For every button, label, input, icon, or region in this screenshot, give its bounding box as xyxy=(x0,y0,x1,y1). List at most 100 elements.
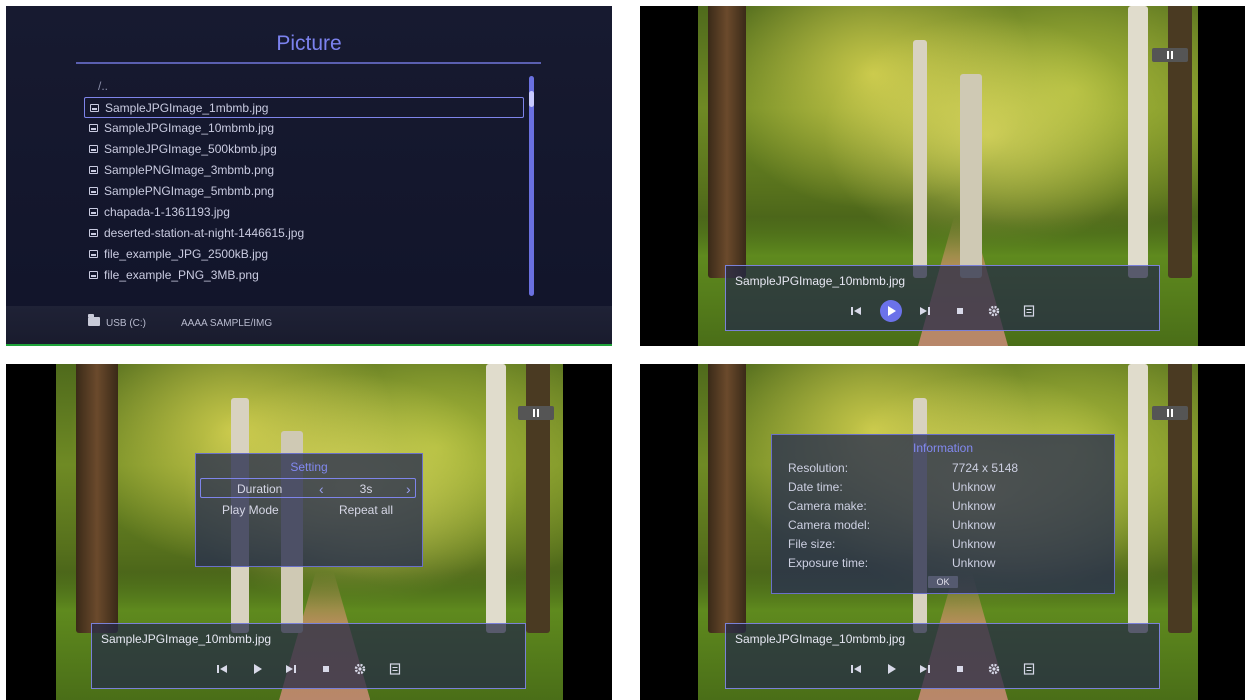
device-label: USB (C:) xyxy=(106,318,146,329)
dialog-title: Setting xyxy=(290,460,328,474)
info-value: Unknow xyxy=(952,480,996,494)
gear-icon[interactable] xyxy=(983,658,1005,680)
slideshow-info-screen: Information Resolution: 7724 x 5148 Date … xyxy=(640,364,1245,700)
image-file-icon xyxy=(90,104,99,112)
tree-trunk xyxy=(1168,6,1192,278)
tree-trunk xyxy=(486,364,506,633)
info-label: Resolution: xyxy=(788,461,849,475)
tree-trunk xyxy=(960,74,982,278)
info-row: File size: Unknow xyxy=(788,535,1108,554)
ok-button[interactable]: OK xyxy=(928,576,958,588)
file-name: file_example_PNG_3MB.png xyxy=(104,268,259,282)
pause-icon xyxy=(518,406,554,420)
parent-directory-item[interactable]: /.. xyxy=(84,76,524,97)
duration-value: 3s xyxy=(359,482,373,496)
page-title: Picture xyxy=(276,32,342,55)
next-track-icon[interactable] xyxy=(280,658,302,680)
file-name: file_example_JPG_2500kB.jpg xyxy=(104,247,269,261)
tree-trunk xyxy=(1168,364,1192,633)
file-item[interactable]: SampleJPGImage_500kbmb.jpg xyxy=(84,139,524,160)
play-icon[interactable] xyxy=(879,300,902,322)
file-name: SampleJPGImage_10mbmb.jpg xyxy=(104,121,275,135)
chevron-right-icon[interactable]: › xyxy=(406,479,411,499)
list-icon[interactable] xyxy=(384,658,406,680)
gear-icon[interactable] xyxy=(983,300,1005,322)
file-item[interactable]: deserted-station-at-night-1446615.jpg xyxy=(84,223,524,244)
info-label: Exposure time: xyxy=(788,556,869,570)
gear-icon[interactable] xyxy=(349,658,371,680)
duration-row[interactable]: Duration ‹ 3s › xyxy=(200,478,416,498)
information-dialog: Information Resolution: 7724 x 5148 Date … xyxy=(771,434,1115,594)
prev-track-icon[interactable] xyxy=(845,300,867,322)
image-file-icon xyxy=(89,208,98,216)
play-mode-row[interactable]: Play Mode Repeat all xyxy=(200,500,416,520)
next-track-icon[interactable] xyxy=(914,300,936,322)
folder-icon xyxy=(88,314,100,326)
image-file-icon xyxy=(89,166,98,174)
file-name: SamplePNGImage_5mbmb.png xyxy=(104,184,275,198)
file-item[interactable]: chapada-1-1361193.jpg xyxy=(84,202,524,223)
info-value: Unknow xyxy=(952,518,996,532)
next-track-icon[interactable] xyxy=(914,658,936,680)
dialog-title: Information xyxy=(912,441,974,455)
list-icon[interactable] xyxy=(1018,658,1040,680)
file-item[interactable]: file_example_PNG_3MB.png xyxy=(84,265,524,286)
pause-icon xyxy=(1152,406,1188,420)
prev-track-icon[interactable] xyxy=(845,658,867,680)
play-mode-value: Repeat all xyxy=(338,503,394,517)
file-list: /.. SampleJPGImage_1mbmb.jpg SampleJPGIm… xyxy=(84,76,524,286)
player-bar: SampleJPGImage_10mbmb.jpg xyxy=(91,623,526,689)
stop-icon[interactable] xyxy=(949,658,971,680)
play-mode-label: Play Mode xyxy=(222,503,279,517)
info-value: Unknow xyxy=(952,537,996,551)
player-controls xyxy=(726,658,1159,680)
scrollbar-track[interactable] xyxy=(529,76,534,296)
file-item[interactable]: file_example_JPG_2500kB.jpg xyxy=(84,244,524,265)
info-value: 7724 x 5148 xyxy=(952,461,1019,475)
file-item[interactable]: SamplePNGImage_5mbmb.png xyxy=(84,181,524,202)
info-label: Camera make: xyxy=(788,499,867,513)
image-file-icon xyxy=(89,271,98,279)
pause-icon xyxy=(1152,48,1188,62)
status-footer xyxy=(6,306,612,346)
info-row: Camera model: Unknow xyxy=(788,516,1108,535)
duration-label: Duration xyxy=(237,482,283,496)
tree-trunk xyxy=(708,6,746,278)
tree-trunk xyxy=(526,364,550,633)
title-divider xyxy=(76,62,541,64)
file-name: deserted-station-at-night-1446615.jpg xyxy=(104,226,305,240)
file-browser-screen: Picture /.. SampleJPGImage_1mbmb.jpg Sam… xyxy=(6,6,612,346)
stop-icon[interactable] xyxy=(315,658,337,680)
file-item[interactable]: SampleJPGImage_1mbmb.jpg xyxy=(84,97,524,118)
file-item[interactable]: SampleJPGImage_10mbmb.jpg xyxy=(84,118,524,139)
tree-trunk xyxy=(708,364,746,633)
info-value: Unknow xyxy=(952,556,996,570)
image-file-icon xyxy=(89,145,98,153)
prev-track-icon[interactable] xyxy=(211,658,233,680)
player-bar: SampleJPGImage_10mbmb.jpg xyxy=(725,623,1160,689)
stop-icon[interactable] xyxy=(949,300,971,322)
scrollbar-thumb[interactable] xyxy=(529,91,534,107)
tree-trunk xyxy=(1128,364,1148,633)
tree-trunk xyxy=(913,40,927,278)
slideshow-setting-screen: Setting Duration ‹ 3s › Play Mode Repeat… xyxy=(6,364,612,700)
status-line xyxy=(6,344,612,346)
tree-trunk xyxy=(1128,6,1148,278)
player-controls xyxy=(92,658,525,680)
setting-dialog: Setting Duration ‹ 3s › Play Mode Repeat… xyxy=(195,453,423,567)
file-name: SamplePNGImage_3mbmb.png xyxy=(104,163,275,177)
info-row: Exposure time: Unknow xyxy=(788,554,1108,573)
info-row: Resolution: 7724 x 5148 xyxy=(788,459,1108,478)
play-icon[interactable] xyxy=(880,658,902,680)
chevron-left-icon[interactable]: ‹ xyxy=(319,479,324,499)
file-item[interactable]: SamplePNGImage_3mbmb.png xyxy=(84,160,524,181)
image-file-icon xyxy=(89,250,98,258)
info-row: Date time: Unknow xyxy=(788,478,1108,497)
slideshow-playing-screen: SampleJPGImage_10mbmb.jpg xyxy=(640,6,1245,346)
file-name: SampleJPGImage_500kbmb.jpg xyxy=(104,142,277,156)
play-icon[interactable] xyxy=(246,658,268,680)
list-icon[interactable] xyxy=(1018,300,1040,322)
info-row: Camera make: Unknow xyxy=(788,497,1108,516)
player-filename: SampleJPGImage_10mbmb.jpg xyxy=(735,632,906,646)
file-name: chapada-1-1361193.jpg xyxy=(104,205,230,219)
